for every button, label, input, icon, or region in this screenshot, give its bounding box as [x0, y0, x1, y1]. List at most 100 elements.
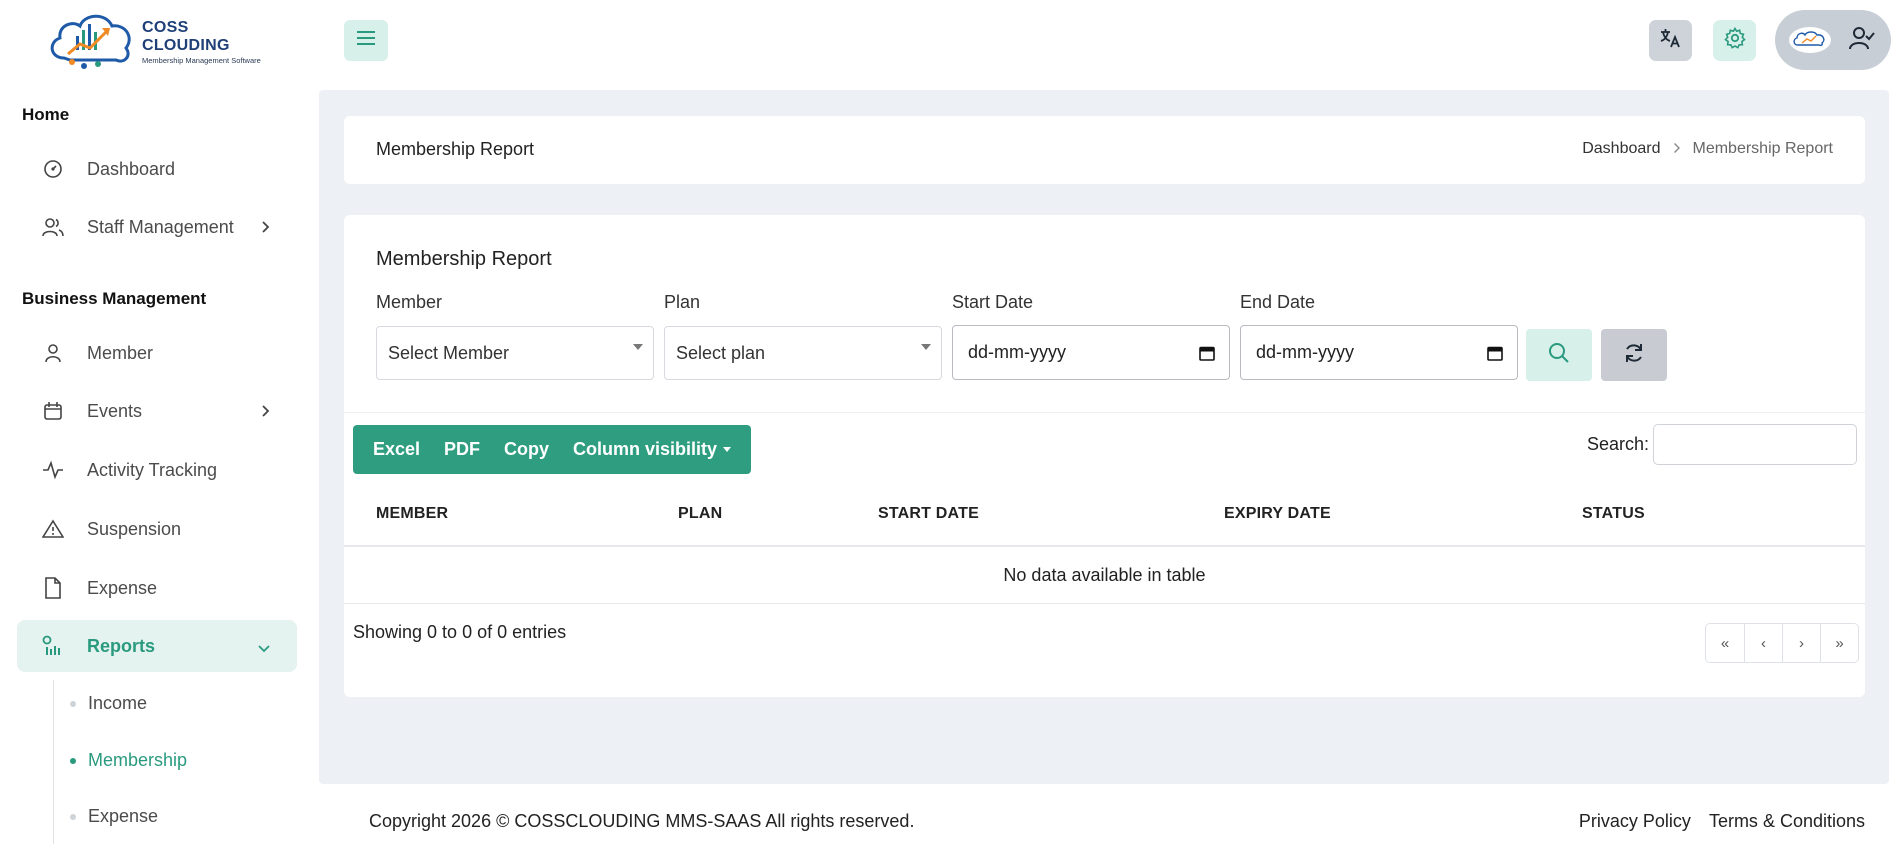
chevron-right-icon: [261, 402, 271, 423]
export-button-group: Excel PDF Copy Column visibility: [353, 425, 752, 474]
sidebar-item-activity-tracking[interactable]: Activity Tracking: [17, 444, 297, 496]
privacy-policy-link[interactable]: Privacy Policy: [1579, 811, 1691, 832]
sidebar-item-label: Staff Management: [87, 216, 234, 237]
start-date-value: dd-mm-yyyy: [968, 342, 1066, 362]
sidebar-subitem-expense[interactable]: Expense: [70, 806, 158, 827]
caret-down-icon: [633, 344, 643, 350]
settings-button[interactable]: [1713, 20, 1756, 61]
activity-icon: [41, 458, 65, 482]
search-icon: [1548, 342, 1570, 369]
bullet-dot: [70, 757, 76, 764]
column-header-plan[interactable]: PLAN: [678, 505, 722, 523]
file-icon: [41, 576, 65, 600]
breadcrumb-current: Membership Report: [1692, 140, 1834, 157]
sidebar-item-dashboard[interactable]: Dashboard: [17, 143, 297, 195]
subitem-label: Income: [88, 693, 148, 713]
table-search-input[interactable]: [1653, 424, 1857, 465]
bullet-dot: [70, 813, 76, 820]
start-date-label: Start Date: [952, 292, 1034, 312]
plan-filter-label: Plan: [664, 292, 701, 312]
caret-down-icon: [921, 344, 931, 350]
reset-button[interactable]: [1601, 329, 1667, 381]
page-title: Membership Report: [376, 139, 535, 159]
next-page-button[interactable]: ›: [1782, 624, 1820, 662]
column-header-member[interactable]: MEMBER: [376, 505, 448, 523]
column-header-status[interactable]: STATUS: [1582, 505, 1645, 523]
table-info: Showing 0 to 0 of 0 entries: [353, 622, 567, 642]
column-visibility-button[interactable]: Column visibility: [561, 439, 743, 460]
caret-down-icon: [723, 447, 732, 452]
brand-name: COSS CLOUDING: [142, 19, 230, 54]
calendar-icon: [41, 399, 65, 423]
chevron-down-icon: [257, 638, 271, 659]
sidebar-item-member[interactable]: Member: [17, 327, 297, 379]
sidebar-subitem-membership[interactable]: Membership: [70, 750, 187, 771]
end-date-value: dd-mm-yyyy: [1256, 342, 1354, 362]
table-empty-row: No data available in table: [344, 547, 1865, 604]
sidebar-item-events[interactable]: Events: [17, 385, 297, 437]
section-heading-home: Home: [22, 105, 70, 124]
copy-button[interactable]: Copy: [492, 439, 561, 460]
breadcrumb-card: Membership Report Dashboard Membership R…: [344, 116, 1865, 184]
section-heading-business: Business Management: [22, 289, 207, 308]
chevron-right-icon: [1673, 141, 1681, 157]
breadcrumb-dashboard-link[interactable]: Dashboard: [1582, 140, 1660, 158]
column-header-start-date[interactable]: START DATE: [878, 505, 979, 523]
cloud-logo-icon: [50, 14, 131, 69]
hamburger-icon: [356, 30, 376, 51]
brand-tagline: Membership Management Software: [142, 56, 261, 65]
warning-icon: [41, 517, 65, 541]
sidebar-item-staff-management[interactable]: Staff Management: [17, 201, 297, 253]
previous-page-button[interactable]: ‹: [1744, 624, 1782, 662]
start-date-input[interactable]: dd-mm-yyyy: [952, 325, 1230, 380]
sidebar-item-label: Suspension: [87, 518, 182, 539]
menu-toggle-button[interactable]: [344, 20, 388, 61]
translate-icon: [1660, 28, 1682, 53]
first-page-button[interactable]: «: [1706, 624, 1744, 662]
calendar-icon[interactable]: [1487, 345, 1503, 366]
calendar-icon[interactable]: [1199, 345, 1215, 366]
last-page-button[interactable]: »: [1820, 624, 1858, 662]
language-button[interactable]: [1649, 20, 1692, 61]
divider: [344, 412, 1865, 413]
column-visibility-label: Column visibility: [573, 439, 718, 459]
footer-copyright: Copyright 2026 © COSSCLOUDING MMS-SAAS A…: [369, 811, 915, 831]
sidebar-item-label: Dashboard: [87, 158, 176, 179]
report-card: Membership Report Member Select Member P…: [344, 215, 1865, 697]
subitem-label: Membership: [88, 750, 188, 770]
excel-button[interactable]: Excel: [361, 439, 432, 460]
member-select[interactable]: Select Member: [376, 326, 654, 380]
sidebar-item-reports[interactable]: Reports: [17, 620, 297, 672]
sidebar-item-label: Member: [87, 342, 154, 363]
plan-select[interactable]: Select plan: [664, 326, 942, 380]
subitem-label: Expense: [88, 806, 159, 826]
pdf-button[interactable]: PDF: [432, 439, 492, 460]
users-icon: [41, 215, 65, 239]
gear-icon: [1723, 26, 1746, 54]
empty-message: No data available in table: [1003, 564, 1206, 585]
plan-select-value: Select plan: [676, 342, 766, 363]
terms-link[interactable]: Terms & Conditions: [1709, 811, 1865, 832]
brand-logo[interactable]: COSS CLOUDING Membership Management Soft…: [46, 6, 276, 78]
sidebar-item-suspension[interactable]: Suspension: [17, 503, 297, 555]
pagination: « ‹ › »: [1705, 623, 1859, 663]
gauge-icon: [41, 157, 65, 181]
sidebar-subitem-income[interactable]: Income: [70, 693, 147, 714]
bullet-dot: [70, 700, 76, 707]
avatar: [1789, 27, 1831, 53]
submenu-guide-line: [53, 680, 54, 844]
sidebar-item-label: Activity Tracking: [87, 459, 218, 480]
column-header-expiry-date[interactable]: EXPIRY DATE: [1224, 505, 1331, 523]
footer-links: Privacy Policy Terms & Conditions: [1579, 811, 1865, 832]
refresh-icon: [1623, 342, 1645, 369]
member-filter-label: Member: [376, 292, 443, 312]
user-profile-menu[interactable]: [1775, 10, 1891, 70]
search-button[interactable]: [1526, 329, 1592, 381]
reports-icon: [41, 634, 65, 658]
sidebar-item-expense[interactable]: Expense: [17, 562, 297, 614]
sidebar-item-label: Expense: [87, 577, 158, 598]
member-select-value: Select Member: [388, 342, 510, 363]
table-search-label: Search:: [1587, 434, 1650, 454]
sidebar-item-label: Reports: [87, 635, 156, 656]
end-date-input[interactable]: dd-mm-yyyy: [1240, 325, 1518, 380]
